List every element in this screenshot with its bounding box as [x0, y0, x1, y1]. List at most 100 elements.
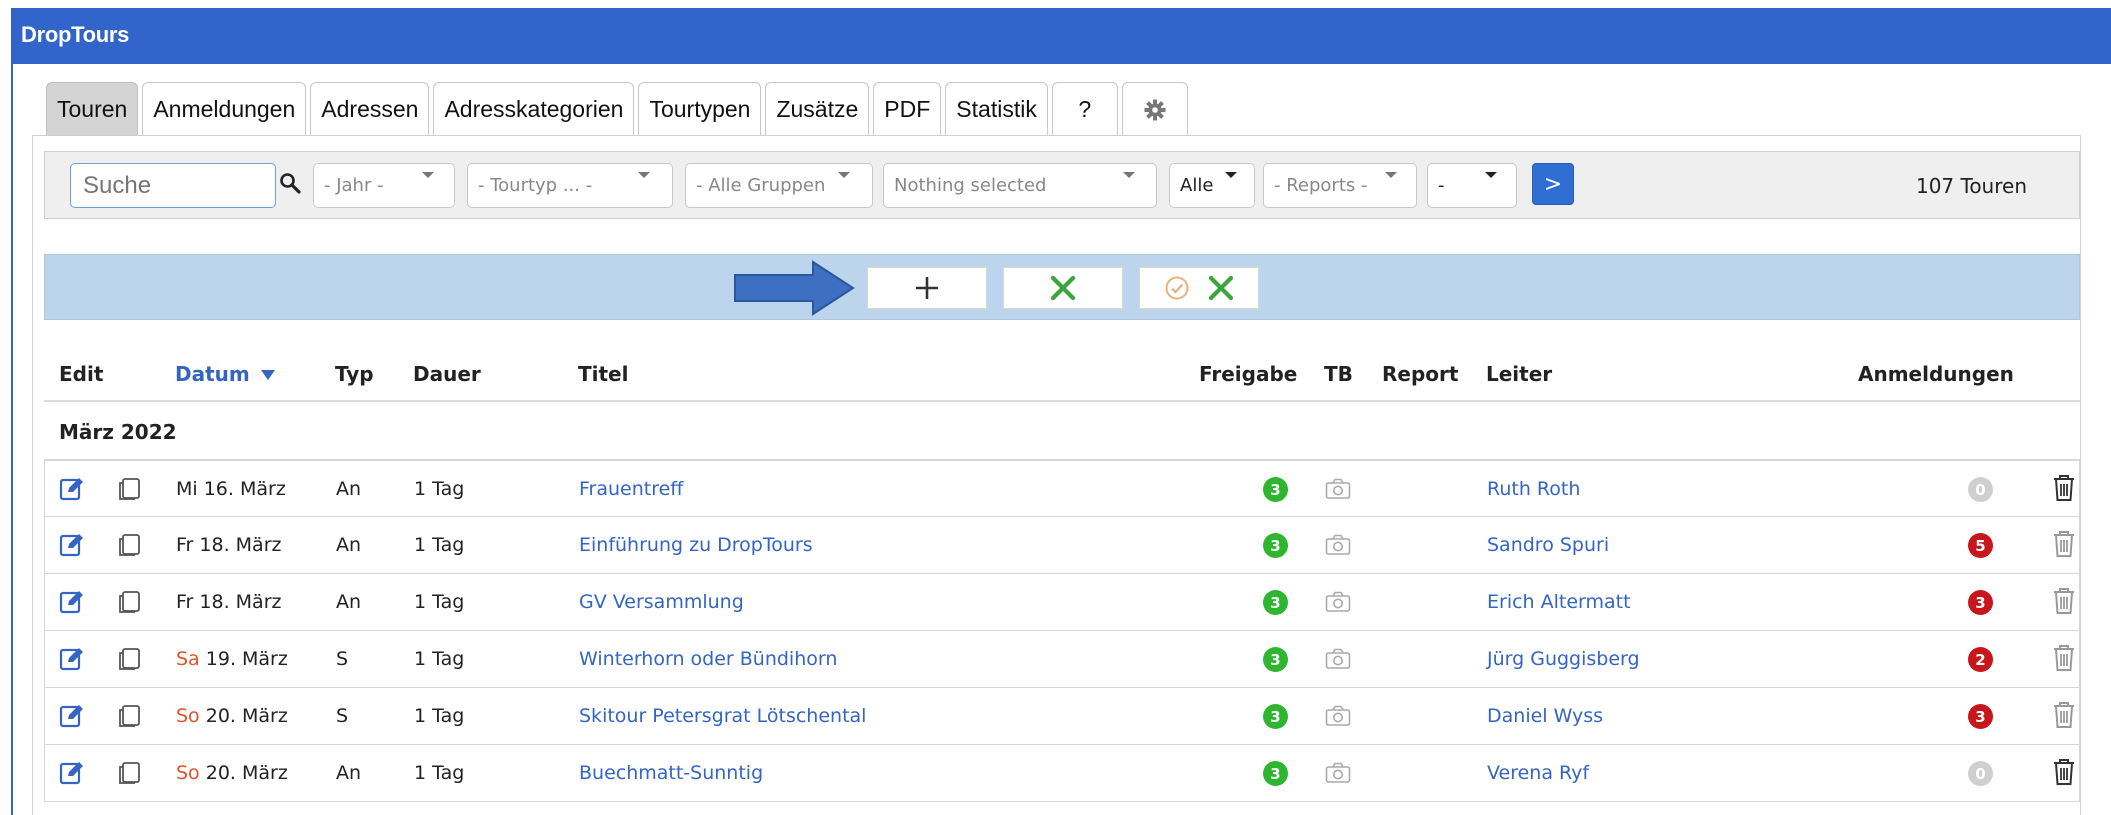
- tab-anmeldungen[interactable]: Anmeldungen: [142, 82, 307, 136]
- tab-pdf[interactable]: PDF: [873, 82, 942, 136]
- search-icon[interactable]: [279, 172, 301, 194]
- left-border: [11, 64, 13, 815]
- row-leader-link[interactable]: Jürg Guggisberg: [1487, 648, 1640, 670]
- multi-select-value: Nothing selected: [894, 175, 1047, 196]
- col-registrations[interactable]: Anmeldungen: [1858, 362, 2014, 386]
- edit-icon[interactable]: [59, 703, 85, 733]
- row-leader-link[interactable]: Daniel Wyss: [1487, 705, 1603, 727]
- row-title-link[interactable]: Skitour Petersgrat Lötschental: [579, 705, 866, 727]
- copy-icon[interactable]: [118, 761, 142, 789]
- confirm-cancel-button[interactable]: [1139, 267, 1259, 309]
- trash-icon[interactable]: [2052, 474, 2076, 506]
- row-date-value: 19. März: [205, 648, 288, 670]
- trash-icon[interactable]: [2052, 530, 2076, 562]
- groups-select[interactable]: - Alle Gruppen: [685, 163, 873, 208]
- row-date-value: 18. März: [199, 534, 282, 556]
- multi-select[interactable]: Nothing selected: [883, 163, 1157, 208]
- edit-icon[interactable]: [59, 589, 85, 619]
- row-leader-link[interactable]: Sandro Spuri: [1487, 534, 1609, 556]
- edit-icon[interactable]: [59, 646, 85, 676]
- tab-help[interactable]: ?: [1051, 82, 1118, 136]
- col-date[interactable]: Datum: [175, 362, 275, 386]
- camera-icon[interactable]: [1325, 648, 1351, 674]
- copy-icon[interactable]: [118, 590, 142, 618]
- edit-icon[interactable]: [59, 476, 85, 506]
- year-select[interactable]: - Jahr -: [313, 163, 455, 208]
- registrations-badge[interactable]: 2: [1968, 647, 1993, 672]
- table-row: Mi 16. März An 1 Tag Frauentreff 3 Ruth Roth 0: [44, 460, 2080, 517]
- trash-icon[interactable]: [2052, 758, 2076, 790]
- trash-icon[interactable]: [2052, 701, 2076, 733]
- col-date-label: Datum: [175, 362, 250, 386]
- row-type: S: [336, 705, 349, 727]
- release-badge[interactable]: 3: [1263, 647, 1288, 672]
- row-title-link[interactable]: GV Versammlung: [579, 591, 744, 613]
- release-badge[interactable]: 3: [1263, 761, 1288, 786]
- filter-bar: - Jahr - - Tourtyp ... - - Alle Gruppen …: [44, 151, 2080, 219]
- camera-icon[interactable]: [1325, 762, 1351, 788]
- row-duration: 1 Tag: [414, 478, 465, 500]
- edit-icon[interactable]: [59, 760, 85, 790]
- col-leader[interactable]: Leiter: [1486, 362, 1552, 386]
- row-title-link[interactable]: Einführung zu DropTours: [579, 534, 813, 556]
- registrations-badge[interactable]: 3: [1968, 704, 1993, 729]
- row-title-link[interactable]: Buechmatt-Sunntig: [579, 762, 763, 784]
- reports-select[interactable]: - Reports -: [1263, 163, 1417, 208]
- camera-icon[interactable]: [1325, 591, 1351, 617]
- add-tour-button[interactable]: [867, 267, 987, 309]
- registrations-badge[interactable]: 3: [1968, 590, 1993, 615]
- tab-adressen[interactable]: Adressen: [310, 82, 430, 136]
- trash-icon[interactable]: [2052, 644, 2076, 676]
- col-duration[interactable]: Dauer: [413, 362, 481, 386]
- registrations-badge[interactable]: 0: [1968, 761, 1993, 786]
- col-release[interactable]: Freigabe: [1199, 362, 1297, 386]
- copy-icon[interactable]: [118, 533, 142, 561]
- tab-settings[interactable]: [1121, 82, 1188, 136]
- registrations-badge[interactable]: 5: [1968, 533, 1993, 558]
- row-leader-link[interactable]: Erich Altermatt: [1487, 591, 1631, 613]
- camera-icon[interactable]: [1325, 478, 1351, 504]
- registrations-badge[interactable]: 0: [1968, 477, 1993, 502]
- row-weekday: Fr: [176, 534, 194, 556]
- row-leader-link[interactable]: Ruth Roth: [1487, 478, 1580, 500]
- camera-icon[interactable]: [1325, 705, 1351, 731]
- row-type: An: [336, 591, 362, 613]
- row-title-link[interactable]: Frauentreff: [579, 478, 683, 500]
- check-circle-icon: [1165, 276, 1189, 300]
- camera-icon[interactable]: [1325, 534, 1351, 560]
- row-duration: 1 Tag: [414, 648, 465, 670]
- tab-tourtypen[interactable]: Tourtypen: [638, 82, 762, 136]
- misc-select[interactable]: -: [1427, 163, 1517, 208]
- copy-icon[interactable]: [118, 647, 142, 675]
- release-badge[interactable]: 3: [1263, 533, 1288, 558]
- copy-icon[interactable]: [118, 477, 142, 505]
- release-badge[interactable]: 3: [1263, 477, 1288, 502]
- edit-icon[interactable]: [59, 532, 85, 562]
- col-title[interactable]: Titel: [578, 362, 628, 386]
- release-badge[interactable]: 3: [1263, 704, 1288, 729]
- search-input[interactable]: [70, 163, 276, 208]
- row-duration: 1 Tag: [414, 705, 465, 727]
- row-leader-link[interactable]: Verena Ryf: [1487, 762, 1589, 784]
- tab-statistik[interactable]: Statistik: [945, 82, 1048, 136]
- tab-adresskategorien[interactable]: Adresskategorien: [433, 82, 635, 136]
- tourtype-select[interactable]: - Tourtyp ... -: [467, 163, 673, 208]
- misc-caret-icon: [1485, 172, 1497, 178]
- tab-touren[interactable]: Touren: [46, 82, 139, 136]
- release-badge[interactable]: 3: [1263, 590, 1288, 615]
- year-select-value: - Jahr -: [324, 175, 384, 196]
- col-type[interactable]: Typ: [335, 362, 374, 386]
- row-type: S: [336, 648, 349, 670]
- trash-icon[interactable]: [2052, 587, 2076, 619]
- apply-filter-button[interactable]: >: [1532, 163, 1574, 205]
- copy-icon[interactable]: [118, 704, 142, 732]
- tab-zusaetze[interactable]: Zusätze: [765, 82, 870, 136]
- all-select[interactable]: Alle: [1169, 163, 1255, 208]
- col-tb[interactable]: TB: [1324, 362, 1353, 386]
- row-title-link[interactable]: Winterhorn oder Bündihorn: [579, 648, 837, 670]
- cancel-tour-button[interactable]: [1003, 267, 1123, 309]
- col-report[interactable]: Report: [1382, 362, 1458, 386]
- row-date: Fr 18. März: [176, 534, 281, 556]
- row-weekday: So: [176, 762, 200, 784]
- app-title: DropTours: [21, 22, 130, 47]
